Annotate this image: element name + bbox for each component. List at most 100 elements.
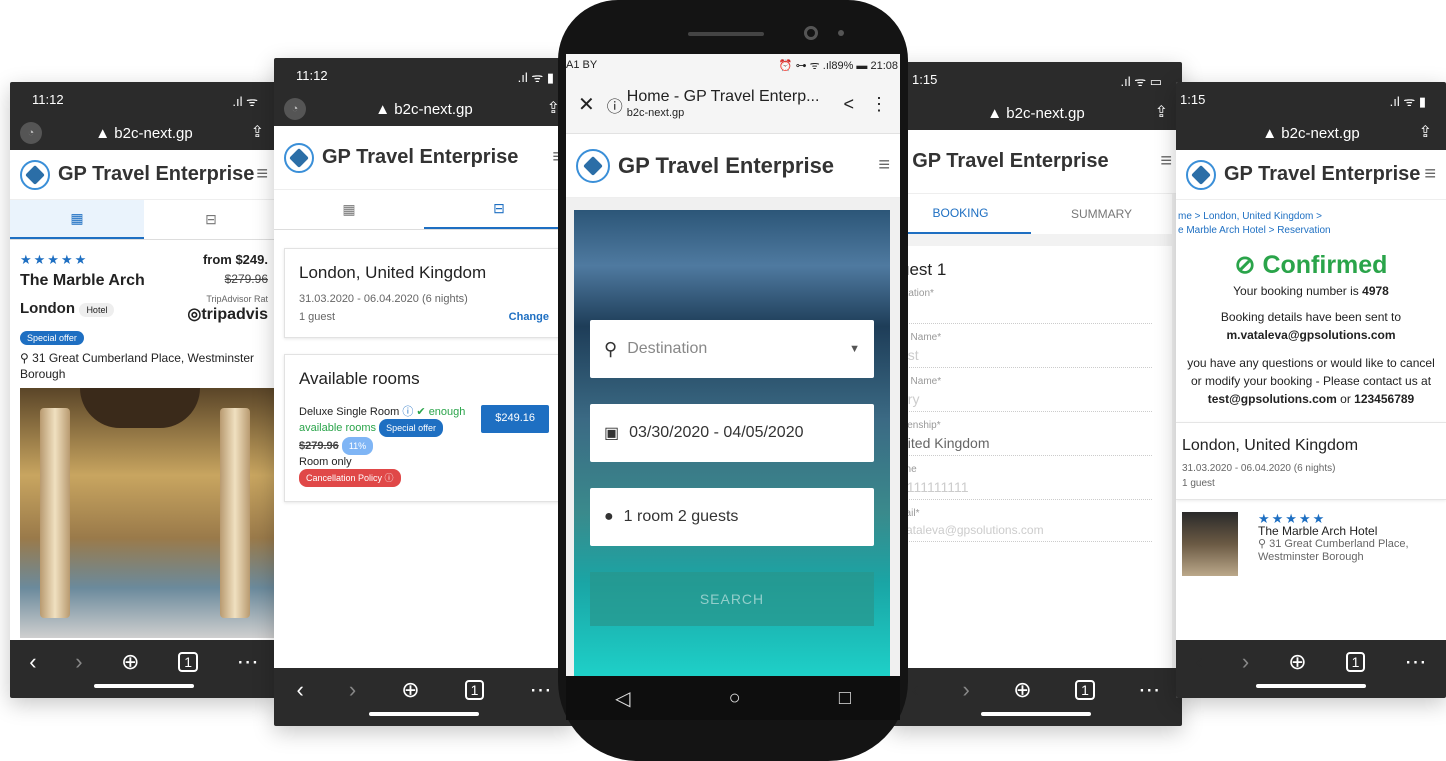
destination-placeholder: Destination: [627, 340, 708, 357]
status-time: 11:12: [32, 92, 64, 107]
signal-icon: .ıl ᯤ ▮: [517, 70, 554, 85]
forward-icon[interactable]: ›: [75, 649, 82, 675]
hamburger-menu-icon[interactable]: ≡: [878, 154, 890, 177]
hotel-city: London: [20, 300, 75, 317]
tabs-icon[interactable]: 1: [1345, 652, 1366, 672]
person-icon: ●: [604, 508, 614, 525]
tab-hotels-icon[interactable]: ▦: [10, 200, 144, 239]
brand-name: GP Travel Enterprise: [618, 152, 835, 178]
tab-booking[interactable]: BOOKING: [890, 194, 1031, 234]
share-icon[interactable]: <: [843, 94, 854, 115]
more-vert-icon[interactable]: ⋮: [870, 94, 888, 115]
back-icon[interactable]: ‹: [912, 677, 919, 703]
new-tab-icon[interactable]: ⊕: [121, 649, 139, 675]
email-label: nail*: [900, 508, 920, 519]
hamburger-menu-icon[interactable]: ≡: [1160, 150, 1172, 173]
back-icon[interactable]: ‹: [297, 677, 304, 703]
rooms-guests-value: 1 room 2 guests: [623, 508, 739, 525]
hotel-photo: [20, 388, 278, 638]
status-time: 11:12: [296, 68, 328, 83]
salutation-field[interactable]: utation* s: [900, 280, 1152, 324]
url-text: ▲ b2c-next.gp: [375, 100, 473, 118]
change-link[interactable]: Change: [509, 311, 549, 323]
tabs-icon[interactable]: 1: [1075, 680, 1095, 700]
booking-number-label: Your booking number is: [1233, 284, 1359, 298]
status-icons: ⏰ ⊶ ᯤ .ıl89% ▬ 21:08: [778, 59, 898, 72]
hotel-card[interactable]: ★★★★★ from $249. The Marble Arch $279.96 L…: [10, 240, 278, 382]
tab-summary[interactable]: SUMMARY: [1031, 194, 1172, 234]
search-button[interactable]: SEARCH: [590, 572, 874, 626]
hotel-name[interactable]: The Marble Arch: [20, 272, 145, 290]
hamburger-menu-icon[interactable]: ≡: [256, 163, 268, 186]
date-range-input[interactable]: ▣ 03/30/2020 - 04/05/2020: [590, 404, 874, 462]
close-icon[interactable]: ✕: [578, 92, 595, 117]
more-icon[interactable]: ⋯: [529, 677, 551, 703]
breadcrumb-line-2: e Marble Arch Hotel > Reservation: [1178, 225, 1331, 236]
info-icon[interactable]: ⓘ: [607, 93, 623, 117]
nav-back-icon[interactable]: ◁: [615, 686, 630, 711]
available-rooms-card: Available rooms Deluxe Single Room ⓘ ✔ e…: [284, 354, 564, 502]
status-time: 1:15: [912, 72, 938, 87]
book-price-button[interactable]: $249.16: [481, 405, 549, 433]
nav-home-icon[interactable]: ○: [729, 687, 741, 710]
nav-recents-icon[interactable]: □: [839, 687, 851, 710]
phone-field[interactable]: one 1111111111: [900, 456, 1152, 500]
more-icon[interactable]: ⋯: [1404, 649, 1426, 675]
email-field[interactable]: nail* vataleva@gpsolutions.com: [900, 500, 1152, 542]
first-name-field[interactable]: st Name* ary: [900, 368, 1152, 412]
tab-rooms-icon[interactable]: ⊟: [144, 200, 278, 239]
hamburger-menu-icon[interactable]: ≡: [1424, 163, 1436, 186]
home-indicator: [94, 684, 194, 688]
android-nav-bar: ◁ ○ □: [566, 676, 900, 720]
new-tab-icon[interactable]: ⊕: [1013, 677, 1031, 703]
destination-select[interactable]: ⚲ Destination ▼: [590, 320, 874, 378]
site-header: GP Travel Enterprise≡: [1176, 150, 1446, 200]
email-value: vataleva@gpsolutions.com: [900, 523, 1044, 537]
address-bar[interactable]: ▲ b2c-next.gp ⇪: [890, 96, 1182, 130]
room-name: Deluxe Single Room: [299, 406, 400, 418]
info-icon[interactable]: ⓘ: [402, 406, 413, 418]
cancellation-policy-text: Cancellation Policy: [306, 473, 383, 483]
status-time: 1:15: [1180, 92, 1206, 107]
citizenship-field[interactable]: izenship* nited Kingdom: [900, 412, 1152, 456]
new-tab-icon[interactable]: ⊕: [401, 677, 419, 703]
search-summary-card: London, United Kingdom 31.03.2020 - 06.0…: [284, 248, 564, 338]
cancellation-policy-badge[interactable]: Cancellation Policy ⓘ: [299, 469, 401, 487]
tab-hotels-icon[interactable]: ▦: [274, 190, 424, 229]
address-bar[interactable]: ◔ ▲ b2c-next.gp ⇪: [274, 92, 574, 126]
last-name-field[interactable]: st Name* ast: [900, 324, 1152, 368]
address-bar[interactable]: ▲ b2c-next.gp ⇪: [1176, 116, 1446, 150]
contact-email[interactable]: test@gpsolutions.com: [1208, 392, 1337, 406]
share-icon[interactable]: ⇪: [251, 122, 264, 142]
confirmed-check-icon: ⊘: [1234, 251, 1256, 279]
more-icon[interactable]: ⋯: [1138, 677, 1160, 703]
pin-icon: ⚲: [1258, 538, 1267, 550]
forward-icon[interactable]: ›: [1242, 649, 1249, 675]
address-bar[interactable]: ◔ ▲ b2c-next.gp ⇪: [10, 116, 278, 150]
tabs-icon[interactable]: 1: [464, 680, 485, 700]
share-icon[interactable]: ⇪: [1155, 102, 1168, 122]
rooms-guests-input[interactable]: ● 1 room 2 guests: [590, 488, 874, 546]
breadcrumb[interactable]: me > London, United Kingdom > e Marble Ar…: [1176, 200, 1446, 238]
contact-phone[interactable]: 123456789: [1354, 392, 1414, 406]
confirmation-block: ⊘ Confirmed Your booking number is 4978 …: [1176, 250, 1446, 408]
share-icon[interactable]: ⇪: [1419, 122, 1432, 142]
brand-name: GP Travel Enterprise: [58, 163, 255, 185]
forward-icon[interactable]: ›: [962, 677, 969, 703]
dates: 31.03.2020 - 06.04.2020 (6 nights): [299, 293, 468, 305]
new-tab-icon[interactable]: ⊕: [1288, 649, 1306, 675]
android-phone: A1 BY ⏰ ⊶ ᯤ .ıl89% ▬ 21:08 ✕ ⓘ Home - GP …: [558, 0, 908, 761]
first-name-value: ary: [900, 391, 920, 407]
more-icon[interactable]: ⋯: [237, 649, 259, 675]
back-icon[interactable]: ‹: [29, 649, 36, 675]
tab-rooms-icon[interactable]: ⊟: [424, 190, 574, 229]
guests: 1 guest: [299, 311, 336, 323]
page-url: b2c-next.gp: [626, 106, 685, 119]
address-line-2: Westminster Borough: [1258, 551, 1364, 563]
location-pin-icon: ⚲: [604, 338, 618, 359]
camera-icon: [804, 26, 818, 40]
view-tabs: ▦ ⊟: [274, 190, 574, 230]
forward-icon[interactable]: ›: [349, 677, 356, 703]
back-icon[interactable]: ‹: [1196, 649, 1203, 675]
tabs-icon[interactable]: 1: [178, 652, 199, 672]
